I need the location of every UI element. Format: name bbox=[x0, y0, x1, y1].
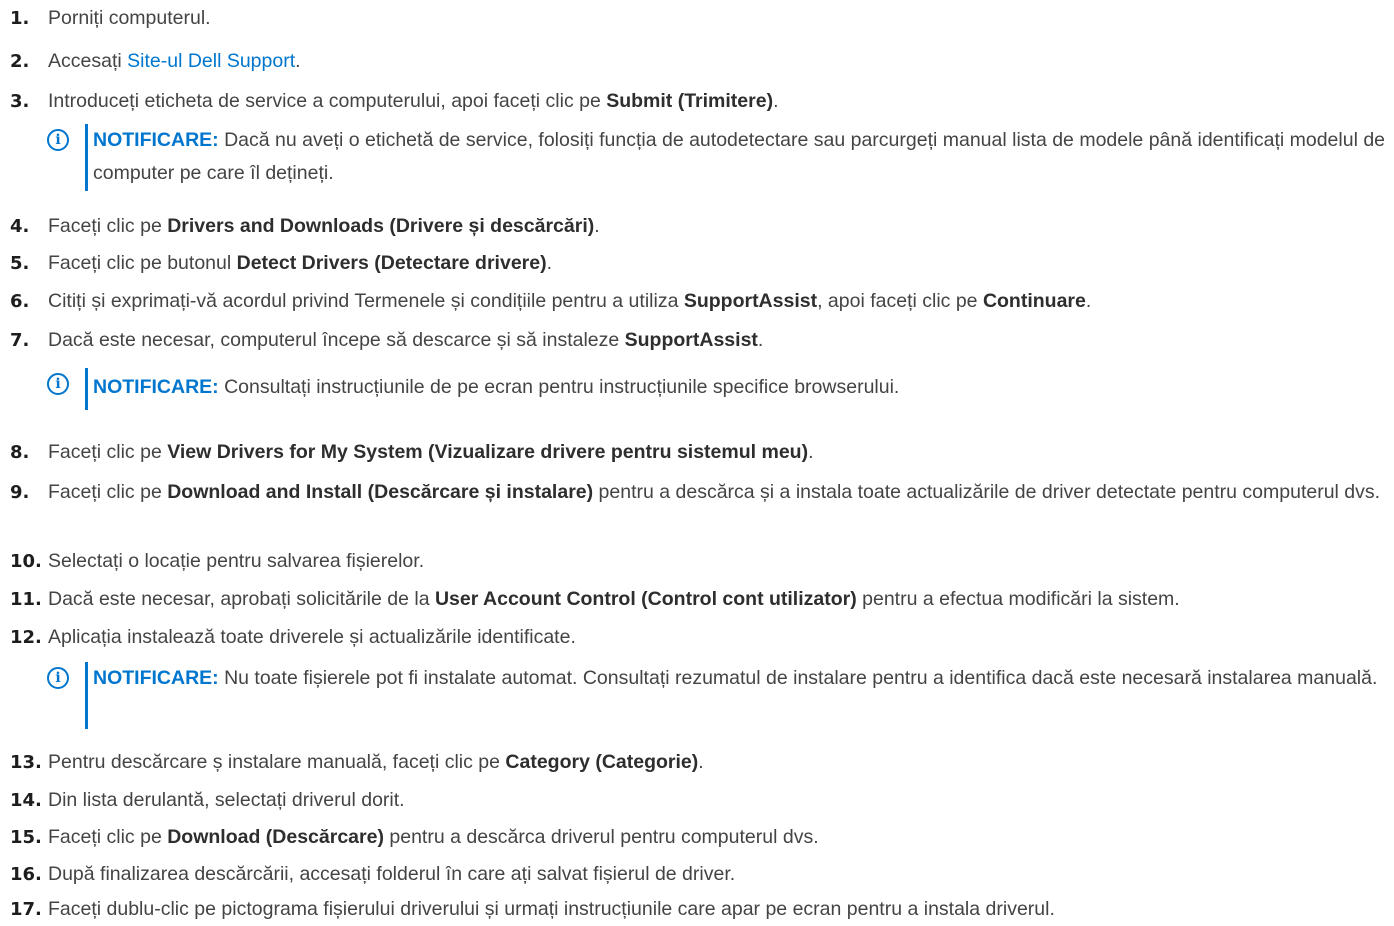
info-icon: i bbox=[47, 129, 69, 151]
step-text: Faceți clic pe View Drivers for My Syste… bbox=[48, 441, 814, 463]
note-text: NOTIFICARE: Consultați instrucțiunile de… bbox=[93, 376, 900, 398]
step-number: 13. bbox=[10, 752, 42, 773]
step-text: Faceți clic pe Drivers and Downloads (Dr… bbox=[48, 215, 600, 237]
note-divider bbox=[85, 662, 88, 729]
step-text: Faceți dublu-clic pe pictograma fișierul… bbox=[48, 898, 1055, 920]
step-text: Pentru descărcare ș instalare manuală, f… bbox=[48, 751, 704, 773]
step-number: 11. bbox=[10, 589, 42, 610]
step-number: 10. bbox=[10, 551, 42, 572]
step-number: 8. bbox=[10, 442, 30, 463]
step-text: Din lista derulantă, selectați driverul … bbox=[48, 789, 405, 811]
instructions-page: 1. Porniți computerul. 2. Accesați Site-… bbox=[0, 0, 1394, 920]
note-text: NOTIFICARE: Nu toate fișierele pot fi in… bbox=[93, 667, 1378, 689]
note-text: NOTIFICARE: Dacă nu aveți o etichetă de … bbox=[93, 129, 1386, 184]
step-number: 3. bbox=[10, 91, 30, 112]
step-text: Aplicația instalează toate driverele și … bbox=[48, 626, 576, 648]
step-text: Faceți clic pe butonul Detect Drivers (D… bbox=[48, 252, 553, 274]
step-number: 12. bbox=[10, 627, 42, 648]
step-number: 15. bbox=[10, 827, 42, 848]
info-icon: i bbox=[47, 667, 69, 689]
step-number: 1. bbox=[10, 8, 30, 29]
step-text: Dacă este necesar, computerul începe să … bbox=[48, 329, 764, 351]
step-text: Faceți clic pe Download (Descărcare) pen… bbox=[48, 826, 819, 848]
step-text: Faceți clic pe Download and Install (Des… bbox=[48, 481, 1381, 503]
step-text: Porniți computerul. bbox=[48, 7, 211, 29]
step-number: 4. bbox=[10, 216, 30, 237]
dell-support-link[interactable]: Site-ul Dell Support bbox=[127, 50, 295, 72]
note-divider bbox=[85, 124, 88, 191]
note-divider bbox=[85, 368, 88, 410]
step-number: 5. bbox=[10, 253, 30, 274]
step-text: Introduceți eticheta de service a comput… bbox=[48, 90, 779, 112]
note-box: i NOTIFICARE: Dacă nu aveți o etichetă d… bbox=[47, 124, 1390, 191]
step-number: 17. bbox=[10, 899, 42, 920]
step-number: 7. bbox=[10, 330, 30, 351]
step-text: După finalizarea descărcării, accesați f… bbox=[48, 863, 736, 885]
note-box: i NOTIFICARE: Consultați instrucțiunile … bbox=[47, 368, 1390, 410]
step-number: 16. bbox=[10, 864, 42, 885]
step-number: 14. bbox=[10, 790, 42, 811]
step-number: 9. bbox=[10, 482, 30, 503]
note-box: i NOTIFICARE: Nu toate fișierele pot fi … bbox=[47, 662, 1390, 729]
step-text: Selectați o locație pentru salvarea fiși… bbox=[48, 550, 425, 572]
step-text: Dacă este necesar, aprobați solicitările… bbox=[48, 588, 1180, 610]
info-icon: i bbox=[47, 373, 69, 395]
step-text: Citiți și exprimați-vă acordul privind T… bbox=[48, 290, 1092, 312]
step-text: Accesați Site-ul Dell Support. bbox=[48, 50, 301, 72]
step-number: 6. bbox=[10, 291, 30, 312]
step-number: 2. bbox=[10, 51, 30, 72]
step-9: 9. Faceți clic pe Download and Install (… bbox=[10, 476, 1394, 538]
